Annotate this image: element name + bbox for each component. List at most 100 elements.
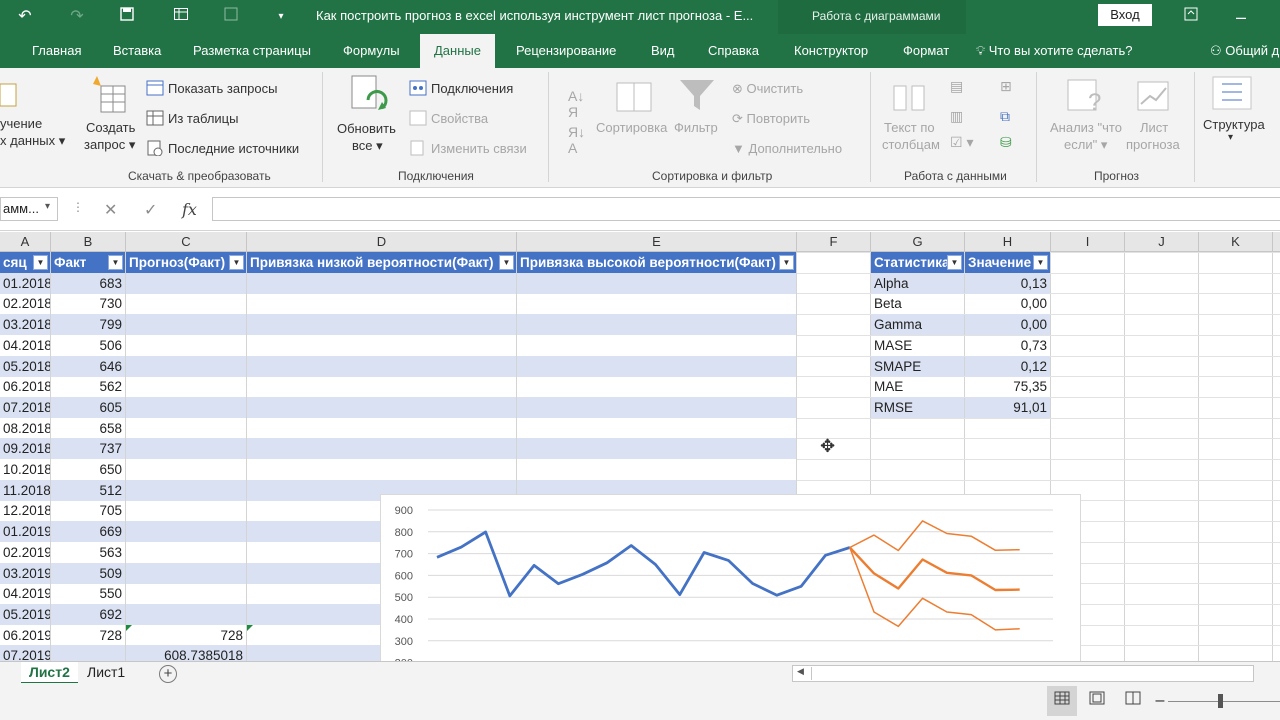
filter-dropdown-icon[interactable]: ▼ — [108, 255, 123, 270]
ribbon-display-icon[interactable] — [1180, 6, 1202, 28]
col-header-g[interactable]: G — [871, 232, 965, 252]
table-cell[interactable]: 05.2019 — [0, 603, 50, 625]
what-if-label-1[interactable]: Анализ "что — [1050, 120, 1122, 135]
filter-dropdown-icon[interactable]: ▼ — [779, 255, 794, 270]
page-break-view-icon[interactable] — [1118, 686, 1148, 716]
table-cell[interactable] — [126, 603, 246, 625]
tell-me-box[interactable]: 💡︎ Что вы хотите сделать? — [976, 34, 1132, 68]
text-to-columns-label-2[interactable]: столбцам — [882, 137, 940, 152]
table1-header[interactable]: Прогноз(Факт) — [126, 252, 246, 273]
refresh-all-label-1[interactable]: Обновить — [337, 121, 396, 136]
table-cell[interactable] — [517, 272, 796, 294]
consolidate-icon[interactable]: ⊞ — [1000, 78, 1012, 95]
table-cell[interactable] — [126, 521, 246, 543]
table-cell[interactable]: 08.2018 — [0, 418, 50, 439]
table-cell[interactable]: 01.2018 — [0, 272, 50, 294]
customize-toolbar-icon[interactable]: ▾ — [270, 6, 292, 28]
table-cell[interactable]: 605 — [51, 396, 125, 418]
sort-za-icon[interactable]: Я↓ A — [568, 124, 585, 156]
col-header-i[interactable]: I — [1051, 232, 1125, 252]
stat-name-cell[interactable]: SMAPE — [871, 355, 964, 377]
what-if-label-2[interactable]: если" ▾ — [1064, 137, 1107, 153]
sort-button[interactable]: Сортировка — [596, 120, 667, 135]
remove-duplicates-icon[interactable]: ▥ — [950, 108, 963, 125]
table-cell[interactable]: 01.2019 — [0, 521, 50, 543]
table-cell[interactable] — [126, 500, 246, 521]
tab-view[interactable]: Вид — [651, 34, 675, 68]
table-cell[interactable] — [126, 335, 246, 356]
table-cell[interactable] — [247, 376, 516, 397]
stat-name-cell[interactable]: MASE — [871, 335, 964, 356]
table-cell[interactable]: 650 — [51, 459, 125, 480]
enter-icon[interactable]: ✓ — [144, 200, 157, 220]
show-queries-button[interactable]: Показать запросы — [168, 81, 277, 96]
outline-button[interactable]: Структура — [1203, 117, 1265, 132]
table-cell[interactable]: 550 — [51, 583, 125, 604]
series-line-3[interactable] — [849, 520, 1020, 552]
properties-button[interactable]: Свойства — [431, 111, 488, 126]
filter-dropdown-icon[interactable]: ▼ — [229, 255, 244, 270]
table-cell[interactable] — [517, 355, 796, 377]
create-query-label-2[interactable]: запрос ▾ — [84, 137, 135, 153]
sheet-tab-list1[interactable]: Лист1 — [79, 662, 133, 684]
filter-button[interactable]: Фильтр — [674, 120, 718, 135]
table-cell[interactable] — [517, 459, 796, 480]
redo-icon[interactable]: ↷ — [66, 6, 88, 28]
save-icon[interactable] — [116, 6, 138, 28]
col-header-h[interactable]: H — [965, 232, 1051, 252]
table-cell[interactable]: 562 — [51, 376, 125, 397]
text-to-columns-label-1[interactable]: Текст по — [884, 120, 935, 135]
data-validation-icon[interactable]: ☑︎ ▾ — [950, 134, 973, 151]
table-cell[interactable]: 09.2018 — [0, 438, 50, 460]
table-cell[interactable]: 03.2018 — [0, 314, 50, 336]
filter-dropdown-icon[interactable]: ▼ — [499, 255, 514, 270]
table-cell[interactable]: 728 — [51, 625, 125, 646]
stat-value-cell[interactable]: 0,13 — [965, 272, 1050, 294]
zoom-slider-handle[interactable] — [1218, 694, 1223, 708]
data-model-icon[interactable]: ⛁ — [1000, 134, 1012, 151]
table-cell[interactable] — [126, 314, 246, 336]
table-cell[interactable]: 10.2018 — [0, 459, 50, 480]
col-header-f[interactable]: F — [797, 232, 871, 252]
edit-links-button[interactable]: Изменить связи — [431, 141, 527, 156]
flash-fill-icon[interactable]: ▤ — [950, 78, 963, 95]
table-cell[interactable] — [247, 355, 516, 377]
table-cell[interactable]: 658 — [51, 418, 125, 439]
col-header-j[interactable]: J — [1125, 232, 1199, 252]
forecast-chart[interactable]: 200300400500600700800900 — [380, 494, 1081, 662]
table-cell[interactable]: 683 — [51, 272, 125, 294]
stat-name-cell[interactable]: Beta — [871, 293, 964, 314]
table-cell[interactable]: 03.2019 — [0, 562, 50, 584]
table-cell[interactable] — [126, 376, 246, 397]
table-cell[interactable]: 737 — [51, 438, 125, 460]
table-cell[interactable] — [517, 335, 796, 356]
table-cell[interactable] — [126, 583, 246, 604]
table-cell[interactable] — [247, 314, 516, 336]
stat-value-cell[interactable]: 0,12 — [965, 355, 1050, 377]
scrollbar-thumb[interactable] — [811, 667, 1251, 680]
tab-formulas[interactable]: Формулы — [343, 34, 400, 68]
get-data-label-1[interactable]: учение — [0, 116, 42, 131]
tab-data[interactable]: Данные — [420, 34, 495, 68]
refresh-all-label-2[interactable]: все ▾ — [352, 138, 383, 154]
table-cell[interactable] — [126, 272, 246, 294]
table-cell[interactable] — [517, 293, 796, 314]
table-cell[interactable]: 705 — [51, 500, 125, 521]
table-cell[interactable] — [51, 645, 125, 661]
stat-value-cell[interactable]: 91,01 — [965, 396, 1050, 418]
connections-button[interactable]: Подключения — [431, 81, 513, 96]
table-cell[interactable] — [126, 293, 246, 314]
zoom-slider[interactable] — [1168, 701, 1280, 702]
get-data-label-2[interactable]: х данных ▾ — [0, 133, 65, 149]
normal-view-icon[interactable] — [1047, 686, 1077, 716]
table-cell[interactable]: 12.2018 — [0, 500, 50, 521]
table-cell[interactable] — [517, 418, 796, 439]
outline-dropdown-icon[interactable]: ▾ — [1228, 132, 1233, 143]
table-cell[interactable]: 04.2019 — [0, 583, 50, 604]
undo-icon[interactable]: ↶ — [14, 6, 36, 28]
tab-page-layout[interactable]: Разметка страницы — [193, 34, 311, 68]
filter-dropdown-icon[interactable]: ▼ — [1033, 255, 1048, 270]
tab-help[interactable]: Справка — [708, 34, 759, 68]
filter-dropdown-icon[interactable]: ▼ — [947, 255, 962, 270]
tab-chart-format[interactable]: Формат — [903, 34, 949, 68]
